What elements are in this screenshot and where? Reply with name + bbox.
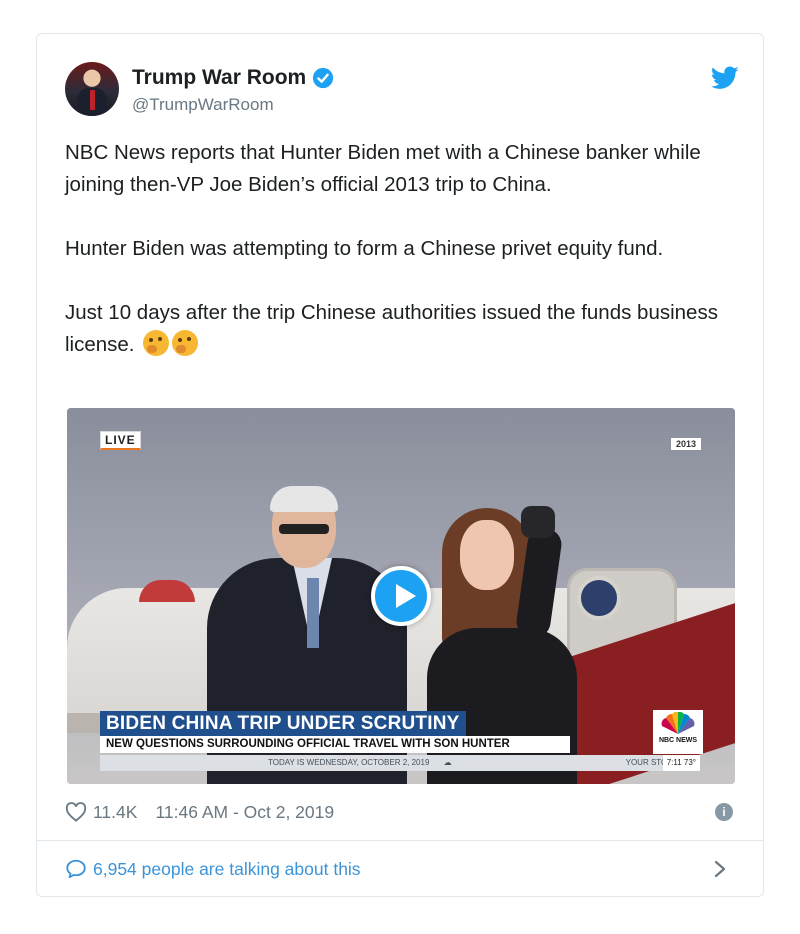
sunglasses <box>279 524 329 534</box>
tweet-paragraph-1: NBC News reports that Hunter Biden met w… <box>65 141 701 196</box>
like-count[interactable]: 11.4K <box>93 802 137 823</box>
conversation-link[interactable]: 6,954 people are talking about this <box>65 856 735 882</box>
weather-cloud-icon: ☁ <box>443 758 452 767</box>
ticker-date: TODAY IS WEDNESDAY, OCTOBER 2, 2019 <box>268 758 430 767</box>
network-logo-text: NBC NEWS <box>658 737 698 744</box>
news-headline: BIDEN CHINA TRIP UNDER SCRUTINY <box>100 711 466 736</box>
info-icon[interactable]: i <box>715 803 733 821</box>
woman-face <box>460 520 514 590</box>
play-button[interactable] <box>371 566 431 626</box>
avatar[interactable] <box>65 62 119 116</box>
news-lower-third: BIDEN CHINA TRIP UNDER SCRUTINY NEW QUES… <box>100 711 570 753</box>
thinking-face-emoji-icon <box>172 330 199 356</box>
news-subheadline: NEW QUESTIONS SURROUNDING OFFICIAL TRAVE… <box>100 736 570 753</box>
tweet-meta: 11.4K 11:46 AM - Oct 2, 2019 <box>65 799 334 825</box>
ticker-time: 7:11 73° <box>662 755 700 771</box>
tweet-paragraph-3: Just 10 days after the trip Chinese auth… <box>65 297 745 361</box>
display-name[interactable]: Trump War Room <box>132 66 306 90</box>
video-player[interactable]: LIVE 2013 BIDEN CHINA TRIP UNDER SCRUTIN… <box>67 408 735 784</box>
user-handle[interactable]: @TrumpWarRoom <box>132 95 274 115</box>
twitter-bird-icon[interactable] <box>711 66 739 90</box>
man-tie <box>307 578 319 648</box>
speech-bubble-icon <box>66 859 86 879</box>
live-badge: LIVE <box>100 431 141 450</box>
name-row[interactable]: Trump War Room <box>132 66 334 90</box>
waving-glove <box>521 506 555 538</box>
tweet-timestamp[interactable]: 11:46 AM - Oct 2, 2019 <box>155 802 334 823</box>
tweet-card: Trump War Room @TrumpWarRoom NBC News re… <box>36 33 764 897</box>
nbc-news-logo: NBC NEWS <box>653 710 703 754</box>
heart-icon[interactable] <box>65 802 87 822</box>
news-ticker: TODAY IS WEDNESDAY, OCTOBER 2, 2019 ☁ YOU… <box>100 755 700 771</box>
talking-count-text[interactable]: 6,954 people are talking about this <box>93 859 361 880</box>
avatar-tie <box>90 90 95 110</box>
chevron-right-icon[interactable] <box>713 859 727 879</box>
peacock-icon <box>661 712 695 734</box>
presidential-seal <box>577 576 621 620</box>
thinking-face-emoji-icon <box>143 330 170 356</box>
man-hair <box>270 486 338 512</box>
divider <box>37 840 763 841</box>
verified-badge-icon <box>313 67 334 89</box>
tweet-header: Trump War Room @TrumpWarRoom <box>65 62 739 118</box>
tweet-text: NBC News reports that Hunter Biden met w… <box>65 137 745 361</box>
year-badge: 2013 <box>670 438 701 450</box>
tweet-paragraph-2: Hunter Biden was attempting to form a Ch… <box>65 237 664 260</box>
